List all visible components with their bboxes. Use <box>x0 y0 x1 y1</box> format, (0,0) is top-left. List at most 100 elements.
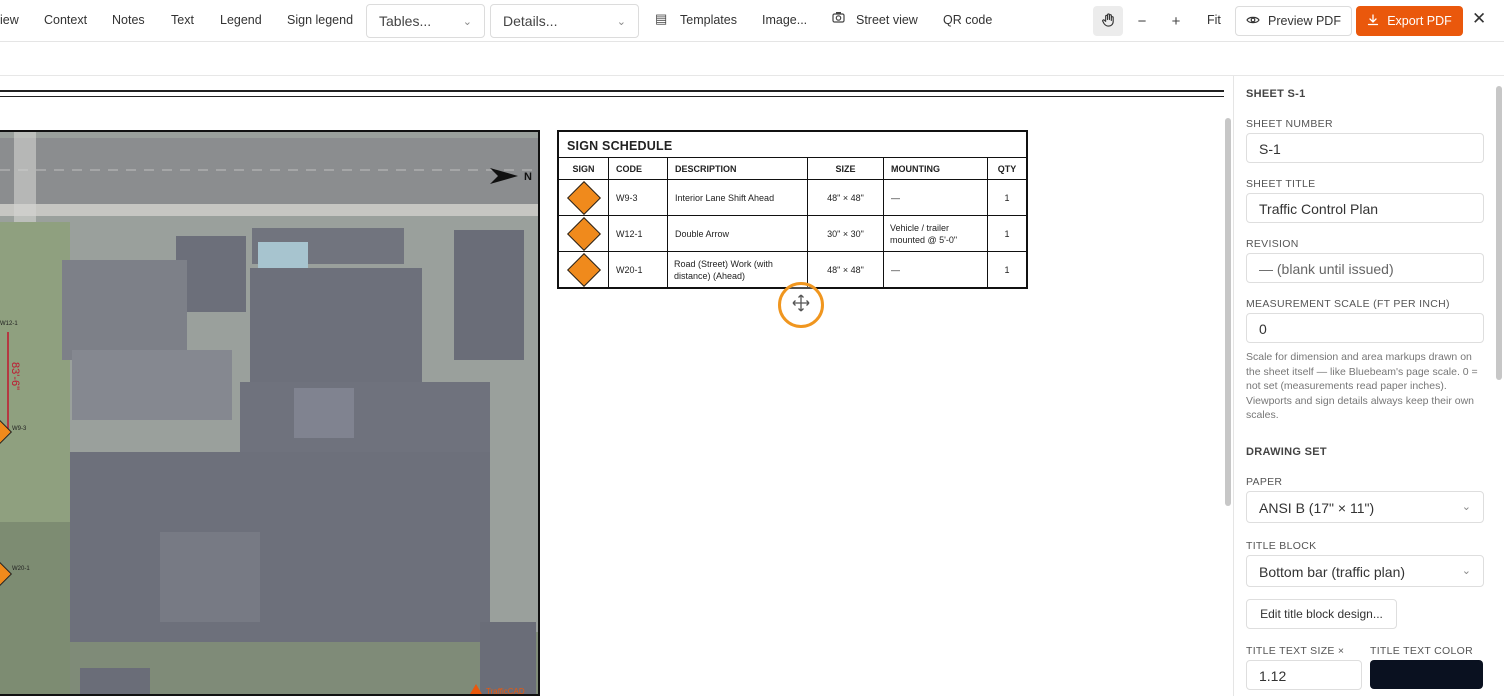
hand-icon <box>1101 12 1116 31</box>
scale-help-text: Scale for dimension and area markups dra… <box>1246 351 1478 421</box>
zoom-in-button[interactable]: + <box>1161 6 1191 36</box>
sign-cell <box>559 252 609 287</box>
preview-pdf-button[interactable]: Preview PDF <box>1235 6 1352 36</box>
code-cell: W12-1 <box>609 216 668 251</box>
col-description: DESCRIPTION <box>668 158 808 179</box>
title-text-size-label: TITLE TEXT SIZE × <box>1246 645 1345 657</box>
qr-code-button[interactable]: QR code <box>943 13 992 27</box>
sheet-border-line-inner <box>0 96 1224 97</box>
description-cell: Double Arrow <box>668 216 808 251</box>
details-select[interactable]: Details... ⌄ <box>490 4 639 38</box>
mounting-cell: — <box>884 252 988 287</box>
title-block-label: TITLE BLOCK <box>1246 540 1317 552</box>
col-sign: SIGN <box>559 158 609 179</box>
sheet-canvas[interactable]: N 83'-6" W12-1 W9-3 W20-1 TrafficCAD SIG… <box>0 76 1224 696</box>
sign-cell <box>559 216 609 251</box>
close-icon[interactable]: ✕ <box>1472 9 1486 29</box>
scale-field[interactable]: 0 <box>1246 313 1484 343</box>
qty-cell: 1 <box>1004 264 1010 275</box>
double-arrow-sign-icon <box>566 216 601 251</box>
road-work-sign-icon <box>566 252 601 287</box>
sheet-border-line <box>0 90 1224 92</box>
edit-title-block-button[interactable]: Edit title block design... <box>1246 599 1397 629</box>
description-cell: Road (Street) Work (with distance) (Ahea… <box>668 252 808 287</box>
revision-field[interactable]: — (blank until issued) <box>1246 253 1484 283</box>
dimension-label: 83'-6" <box>9 362 21 390</box>
lane-shift-sign-icon <box>566 180 601 215</box>
size-cell: 48" × 48" <box>808 180 884 215</box>
size-cell: 48" × 48" <box>808 252 884 287</box>
description-cell: Interior Lane Shift Ahead <box>668 180 808 215</box>
camera-icon <box>832 11 845 26</box>
schedule-header-row: SIGN CODE DESCRIPTION SIZE MOUNTING QTY <box>559 158 1026 180</box>
chevron-down-icon: ⌄ <box>462 15 472 28</box>
move-cursor <box>778 282 824 328</box>
sheet-properties-panel: SHEET S-1 SHEET NUMBER S-1 SHEET TITLE T… <box>1233 76 1504 696</box>
chevron-down-icon: ⌄ <box>1461 565 1471 577</box>
trafficcad-watermark: TrafficCAD <box>486 687 525 696</box>
templates-icon: ▤ <box>655 11 668 26</box>
paper-label: PAPER <box>1246 476 1283 488</box>
templates-button[interactable]: Templates <box>680 13 737 27</box>
scale-label: MEASUREMENT SCALE (FT PER INCH) <box>1246 298 1450 310</box>
title-block-select-value: Bottom bar (traffic plan) <box>1259 564 1406 580</box>
size-cell: 30" × 30" <box>808 216 884 251</box>
export-pdf-button[interactable]: Export PDF <box>1356 6 1463 36</box>
tables-select[interactable]: Tables... ⌄ <box>366 4 485 38</box>
sheet-title-field[interactable]: Traffic Control Plan <box>1246 193 1484 223</box>
sheet-title-label: SHEET TITLE <box>1246 178 1316 190</box>
chevron-down-icon: ⌄ <box>616 15 626 28</box>
pan-tool-button[interactable] <box>1093 6 1123 36</box>
image-button[interactable]: Image... <box>762 13 807 27</box>
fit-button[interactable]: Fit <box>1207 13 1221 27</box>
preview-pdf-label: Preview PDF <box>1268 14 1341 28</box>
eye-icon <box>1246 14 1260 28</box>
download-icon <box>1367 13 1379 29</box>
table-row[interactable]: W20-1 Road (Street) Work (with distance)… <box>559 252 1026 287</box>
title-block-select[interactable]: Bottom bar (traffic plan) ⌄ <box>1246 555 1484 587</box>
canvas-scrollbar[interactable] <box>1225 118 1231 506</box>
col-size: SIZE <box>808 158 884 179</box>
panel-scrollbar[interactable] <box>1496 86 1502 380</box>
title-text-size-field[interactable]: 1.12 <box>1246 660 1362 690</box>
zoom-out-button[interactable]: − <box>1127 6 1157 36</box>
paper-select[interactable]: ANSI B (17" × 11") ⌄ <box>1246 491 1484 523</box>
table-row[interactable]: W12-1 Double Arrow 30" × 30" Vehicle / t… <box>559 216 1026 252</box>
aerial-photo: N 83'-6" W12-1 W9-3 W20-1 TrafficCAD <box>0 132 538 696</box>
sub-toolbar <box>0 42 1504 76</box>
toolbar-legend[interactable]: Legend <box>220 13 262 27</box>
paper-select-value: ANSI B (17" × 11") <box>1259 500 1375 516</box>
sign-label-w12: W12-1 <box>0 321 18 327</box>
toolbar-view[interactable]: iew <box>0 13 19 27</box>
sign-cell <box>559 180 609 215</box>
sign-label-w20: W20-1 <box>12 566 30 572</box>
sign-schedule-grid: SIGN CODE DESCRIPTION SIZE MOUNTING QTY … <box>559 158 1026 287</box>
col-qty: QTY <box>997 163 1017 174</box>
move-icon <box>792 294 810 317</box>
title-text-color-label: TITLE TEXT COLOR <box>1370 645 1474 657</box>
table-row[interactable]: W9-3 Interior Lane Shift Ahead 48" × 48"… <box>559 180 1026 216</box>
toolbar-notes[interactable]: Notes <box>112 13 145 27</box>
sheet-heading: SHEET S-1 <box>1246 88 1306 100</box>
toolbar-sign-legend[interactable]: Sign legend <box>287 13 353 27</box>
title-text-color-swatch[interactable] <box>1370 660 1483 689</box>
tables-select-label: Tables... <box>379 13 432 29</box>
code-cell: W9-3 <box>609 180 668 215</box>
sign-schedule-table[interactable]: SIGN SCHEDULE SIGN CODE DESCRIPTION SIZE… <box>557 130 1028 289</box>
toolbar-text[interactable]: Text <box>171 13 194 27</box>
toolbar-context[interactable]: Context <box>44 13 87 27</box>
qty-cell: 1 <box>1004 228 1010 239</box>
code-cell: W20-1 <box>609 252 668 287</box>
aerial-map-viewport[interactable]: N 83'-6" W12-1 W9-3 W20-1 TrafficCAD <box>0 130 540 696</box>
sign-label-w9: W9-3 <box>12 426 27 432</box>
mounting-cell: — <box>884 180 988 215</box>
sheet-number-field[interactable]: S-1 <box>1246 133 1484 163</box>
col-mounting: MOUNTING <box>884 158 988 179</box>
street-view-button[interactable]: Street view <box>856 13 918 27</box>
drawing-set-heading: DRAWING SET <box>1246 446 1327 458</box>
mounting-cell: Vehicle / trailer mounted @ 5'-0" <box>884 216 988 251</box>
export-pdf-label: Export PDF <box>1387 14 1452 28</box>
col-code: CODE <box>609 158 668 179</box>
revision-label: REVISION <box>1246 238 1299 250</box>
details-select-label: Details... <box>503 13 558 29</box>
